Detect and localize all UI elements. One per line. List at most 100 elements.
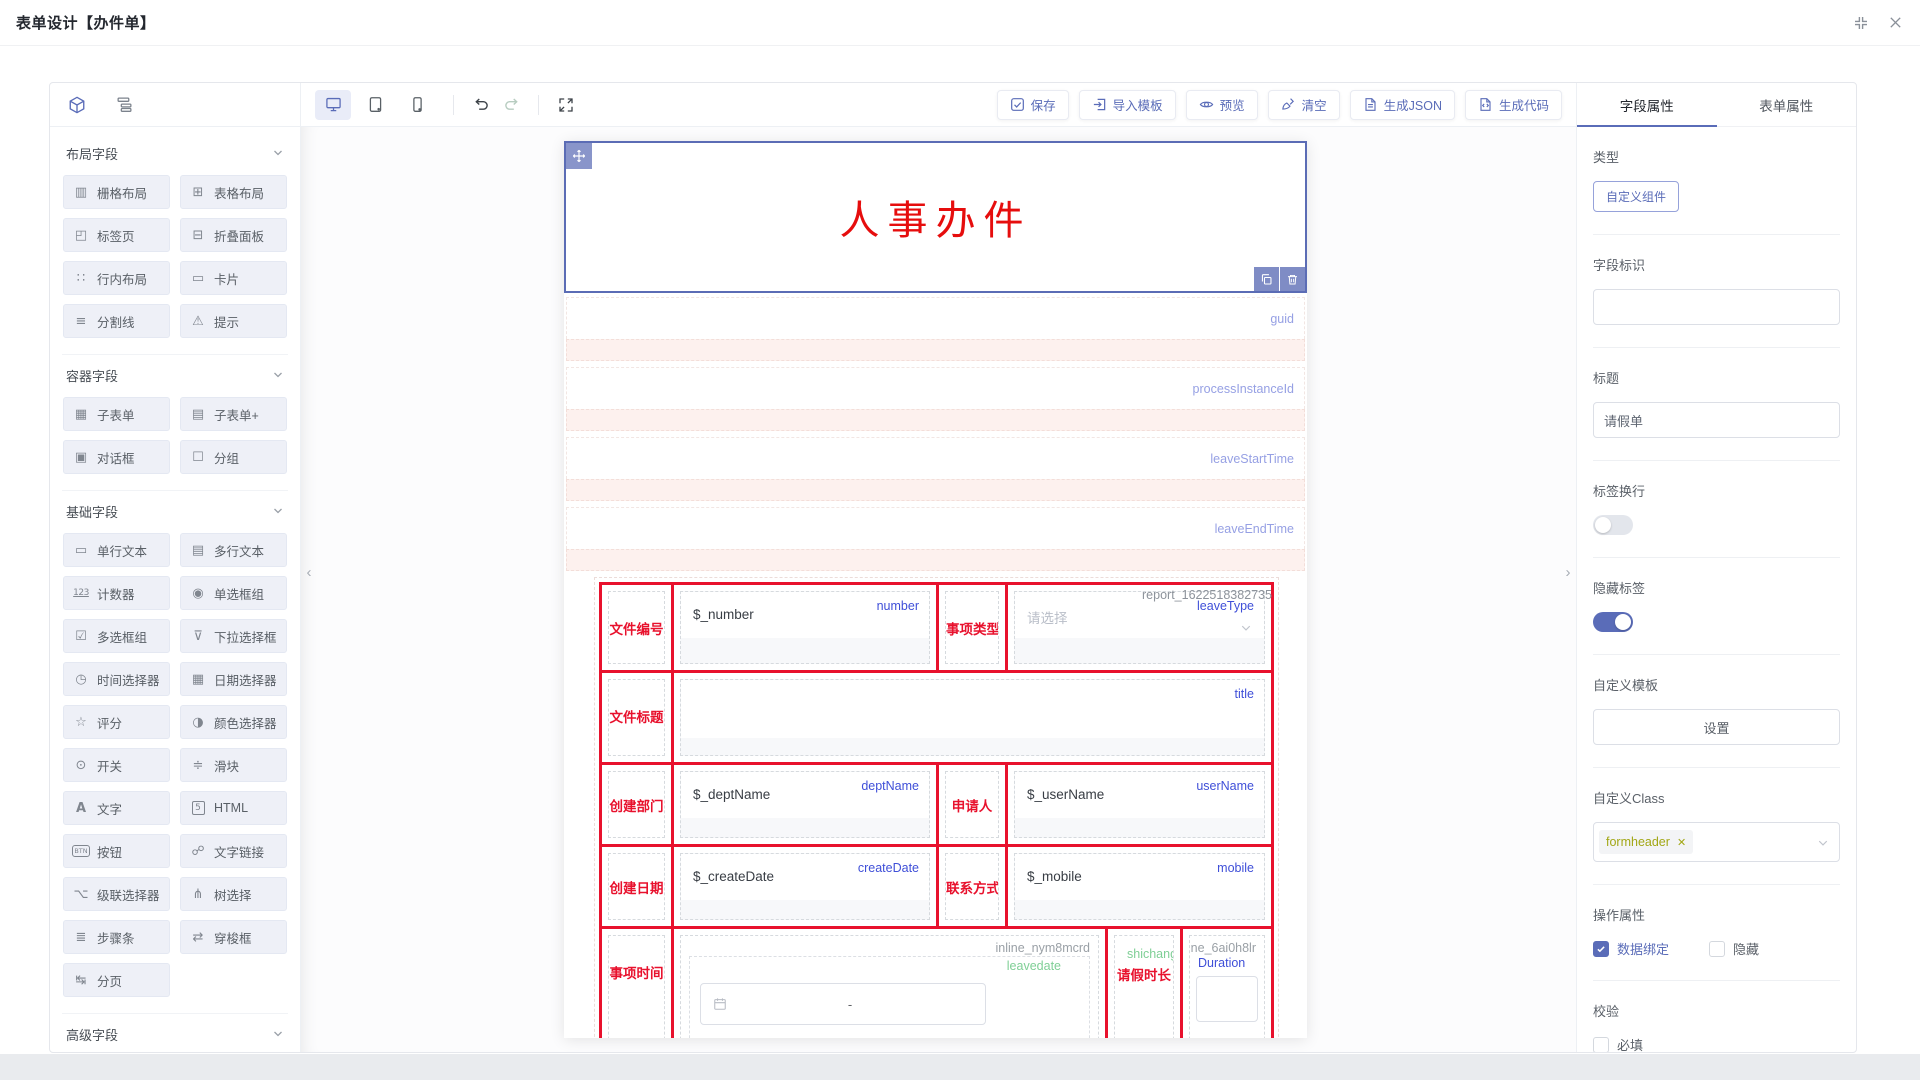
- close-icon[interactable]: [1886, 14, 1904, 32]
- field-input-cell[interactable]: title: [680, 679, 1265, 756]
- device-mobile-button[interactable]: [399, 90, 435, 120]
- collapse-right-panel-icon[interactable]: ›: [1560, 552, 1576, 592]
- preview-button[interactable]: 预览: [1186, 90, 1258, 120]
- compress-icon[interactable]: [1852, 14, 1870, 32]
- palette-item[interactable]: ⊽ 下拉选择框: [180, 619, 287, 653]
- palette-item[interactable]: ▦ 子表单: [63, 397, 170, 431]
- palette-item[interactable]: ▭ 卡片: [180, 261, 287, 295]
- delete-component-icon[interactable]: [1280, 267, 1305, 291]
- import-template-button[interactable]: 导入模板: [1079, 90, 1176, 120]
- palette-section-header[interactable]: 容器字段: [62, 355, 288, 395]
- hidden-checkbox[interactable]: 隐藏: [1709, 939, 1759, 958]
- field-label-cell[interactable]: 创建部门: [608, 771, 665, 838]
- palette-item-label: 单选框组: [214, 584, 264, 603]
- palette-item[interactable]: ▤ 子表单+: [180, 397, 287, 431]
- palette-item[interactable]: ☑ 多选框组: [63, 619, 170, 653]
- tab-field-properties[interactable]: 字段属性: [1577, 83, 1717, 126]
- field-input-cell[interactable]: mobile $_mobile: [1014, 853, 1265, 920]
- data-binding-checkbox[interactable]: 数据绑定: [1593, 939, 1669, 958]
- date-range-input[interactable]: -: [700, 983, 986, 1025]
- clear-button[interactable]: 清空: [1268, 90, 1340, 120]
- collapse-left-panel-icon[interactable]: ‹: [301, 552, 317, 592]
- fullscreen-button[interactable]: [551, 90, 581, 120]
- duration-input[interactable]: [1196, 976, 1258, 1022]
- remove-tag-icon[interactable]: ✕: [1677, 836, 1686, 849]
- palette-item[interactable]: ☍ 文字链接: [180, 834, 287, 868]
- field-input-cell[interactable]: userName $_userName: [1014, 771, 1265, 838]
- palette-tab-components[interactable]: [68, 96, 86, 114]
- palette-item[interactable]: ▣ 对话框: [63, 440, 170, 474]
- canvas[interactable]: ‹ › 人事办件: [301, 127, 1576, 1052]
- required-checkbox[interactable]: 必填: [1593, 1035, 1643, 1052]
- palette-item[interactable]: 5 HTML: [180, 791, 287, 825]
- palette-section-header[interactable]: 高级字段: [62, 1014, 288, 1052]
- palette-item[interactable]: A 文字: [63, 791, 170, 825]
- palette-item[interactable]: ≡ 分割线: [63, 304, 170, 338]
- palette-item[interactable]: ≣ 步骤条: [63, 920, 170, 954]
- palette-item[interactable]: ▤ 多行文本: [180, 533, 287, 567]
- field-input-cell[interactable]: deptName $_deptName: [680, 771, 930, 838]
- palette-item[interactable]: ⊞ 表格布局: [180, 175, 287, 209]
- type-badge[interactable]: 自定义组件: [1593, 181, 1679, 212]
- hide-label-toggle[interactable]: [1593, 612, 1633, 632]
- field-input-cell[interactable]: number $_number: [680, 591, 930, 664]
- hidden-field-row[interactable]: processInstanceId: [566, 367, 1305, 431]
- device-desktop-button[interactable]: [315, 90, 351, 120]
- field-label-cell[interactable]: 联系方式: [945, 853, 999, 920]
- palette-item[interactable]: ◰ 标签页: [63, 218, 170, 252]
- field-label-cell[interactable]: 文件编号: [608, 591, 665, 664]
- copy-component-icon[interactable]: [1254, 267, 1279, 291]
- save-button[interactable]: 保存: [997, 90, 1069, 120]
- palette-item[interactable]: ⇄ 穿梭框: [180, 920, 287, 954]
- palette-item[interactable]: ↹ 分页: [63, 963, 170, 997]
- tab-form-properties[interactable]: 表单属性: [1717, 83, 1857, 126]
- field-id-input[interactable]: [1593, 289, 1840, 325]
- palette-item[interactable]: ⌥ 级联选择器: [63, 877, 170, 911]
- hidden-field-row[interactable]: leaveEndTime: [566, 507, 1305, 571]
- palette-tab-outline[interactable]: [116, 96, 133, 113]
- field-label-cell[interactable]: 申请人: [945, 771, 999, 838]
- duration-field-cell[interactable]: ine_6ai0h8lr Duration: [1189, 935, 1265, 1038]
- hidden-field-row[interactable]: leaveStartTime: [566, 437, 1305, 501]
- palette-item[interactable]: ☆ 评分: [63, 705, 170, 739]
- palette-item[interactable]: 123 计数器: [63, 576, 170, 610]
- palette-item[interactable]: ▦ 日期选择器: [180, 662, 287, 696]
- palette-item[interactable]: ◉ 单选框组: [180, 576, 287, 610]
- hidden-field-name: leaveEndTime: [1215, 522, 1294, 536]
- palette-item[interactable]: ⊟ 折叠面板: [180, 218, 287, 252]
- chevron-down-icon: [272, 505, 284, 517]
- palette-item[interactable]: ⚠ 提示: [180, 304, 287, 338]
- generate-json-button[interactable]: 生成JSON: [1350, 90, 1455, 120]
- palette-item[interactable]: ▭ 单行文本: [63, 533, 170, 567]
- palette-section-header[interactable]: 基础字段: [62, 491, 288, 531]
- palette-item[interactable]: ⊙ 开关: [63, 748, 170, 782]
- palette-item[interactable]: ▥ 栅格布局: [63, 175, 170, 209]
- field-label-cell[interactable]: 创建日期: [608, 853, 665, 920]
- field-label-cell[interactable]: 事项时间: [608, 935, 665, 1038]
- palette-section-header[interactable]: 布局字段: [62, 133, 288, 173]
- label-wrap-toggle[interactable]: [1593, 515, 1633, 535]
- field-input-cell[interactable]: createDate $_createDate: [680, 853, 930, 920]
- custom-class-select[interactable]: formheader ✕: [1593, 822, 1840, 862]
- redo-button[interactable]: [496, 90, 526, 120]
- palette-item[interactable]: ◷ 时间选择器: [63, 662, 170, 696]
- palette-item[interactable]: ◑ 颜色选择器: [180, 705, 287, 739]
- custom-template-settings-button[interactable]: 设置: [1593, 709, 1840, 745]
- inline-container-cell[interactable]: inline_nym8mcrd leavedate -: [680, 935, 1099, 1038]
- palette-item[interactable]: ⋔ 树选择: [180, 877, 287, 911]
- selected-form-header-component[interactable]: 人事办件: [564, 141, 1307, 293]
- palette-item[interactable]: BTN 按钮: [63, 834, 170, 868]
- title-input[interactable]: [1593, 402, 1840, 438]
- generate-code-button[interactable]: 生成代码: [1465, 90, 1562, 120]
- field-label-cell[interactable]: shichang 请假时长: [1114, 935, 1174, 1038]
- date-range-field[interactable]: leavedate -: [689, 956, 1090, 1038]
- drag-move-icon[interactable]: [566, 143, 592, 169]
- palette-item[interactable]: ∷ 行内布局: [63, 261, 170, 295]
- palette-item[interactable]: ☐ 分组: [180, 440, 287, 474]
- undo-button[interactable]: [466, 90, 496, 120]
- device-tablet-button[interactable]: [357, 90, 393, 120]
- field-label-cell[interactable]: 事项类型: [945, 591, 999, 664]
- field-label-cell[interactable]: 文件标题: [608, 679, 665, 756]
- hidden-field-row[interactable]: guid: [566, 297, 1305, 361]
- palette-item[interactable]: ≑ 滑块: [180, 748, 287, 782]
